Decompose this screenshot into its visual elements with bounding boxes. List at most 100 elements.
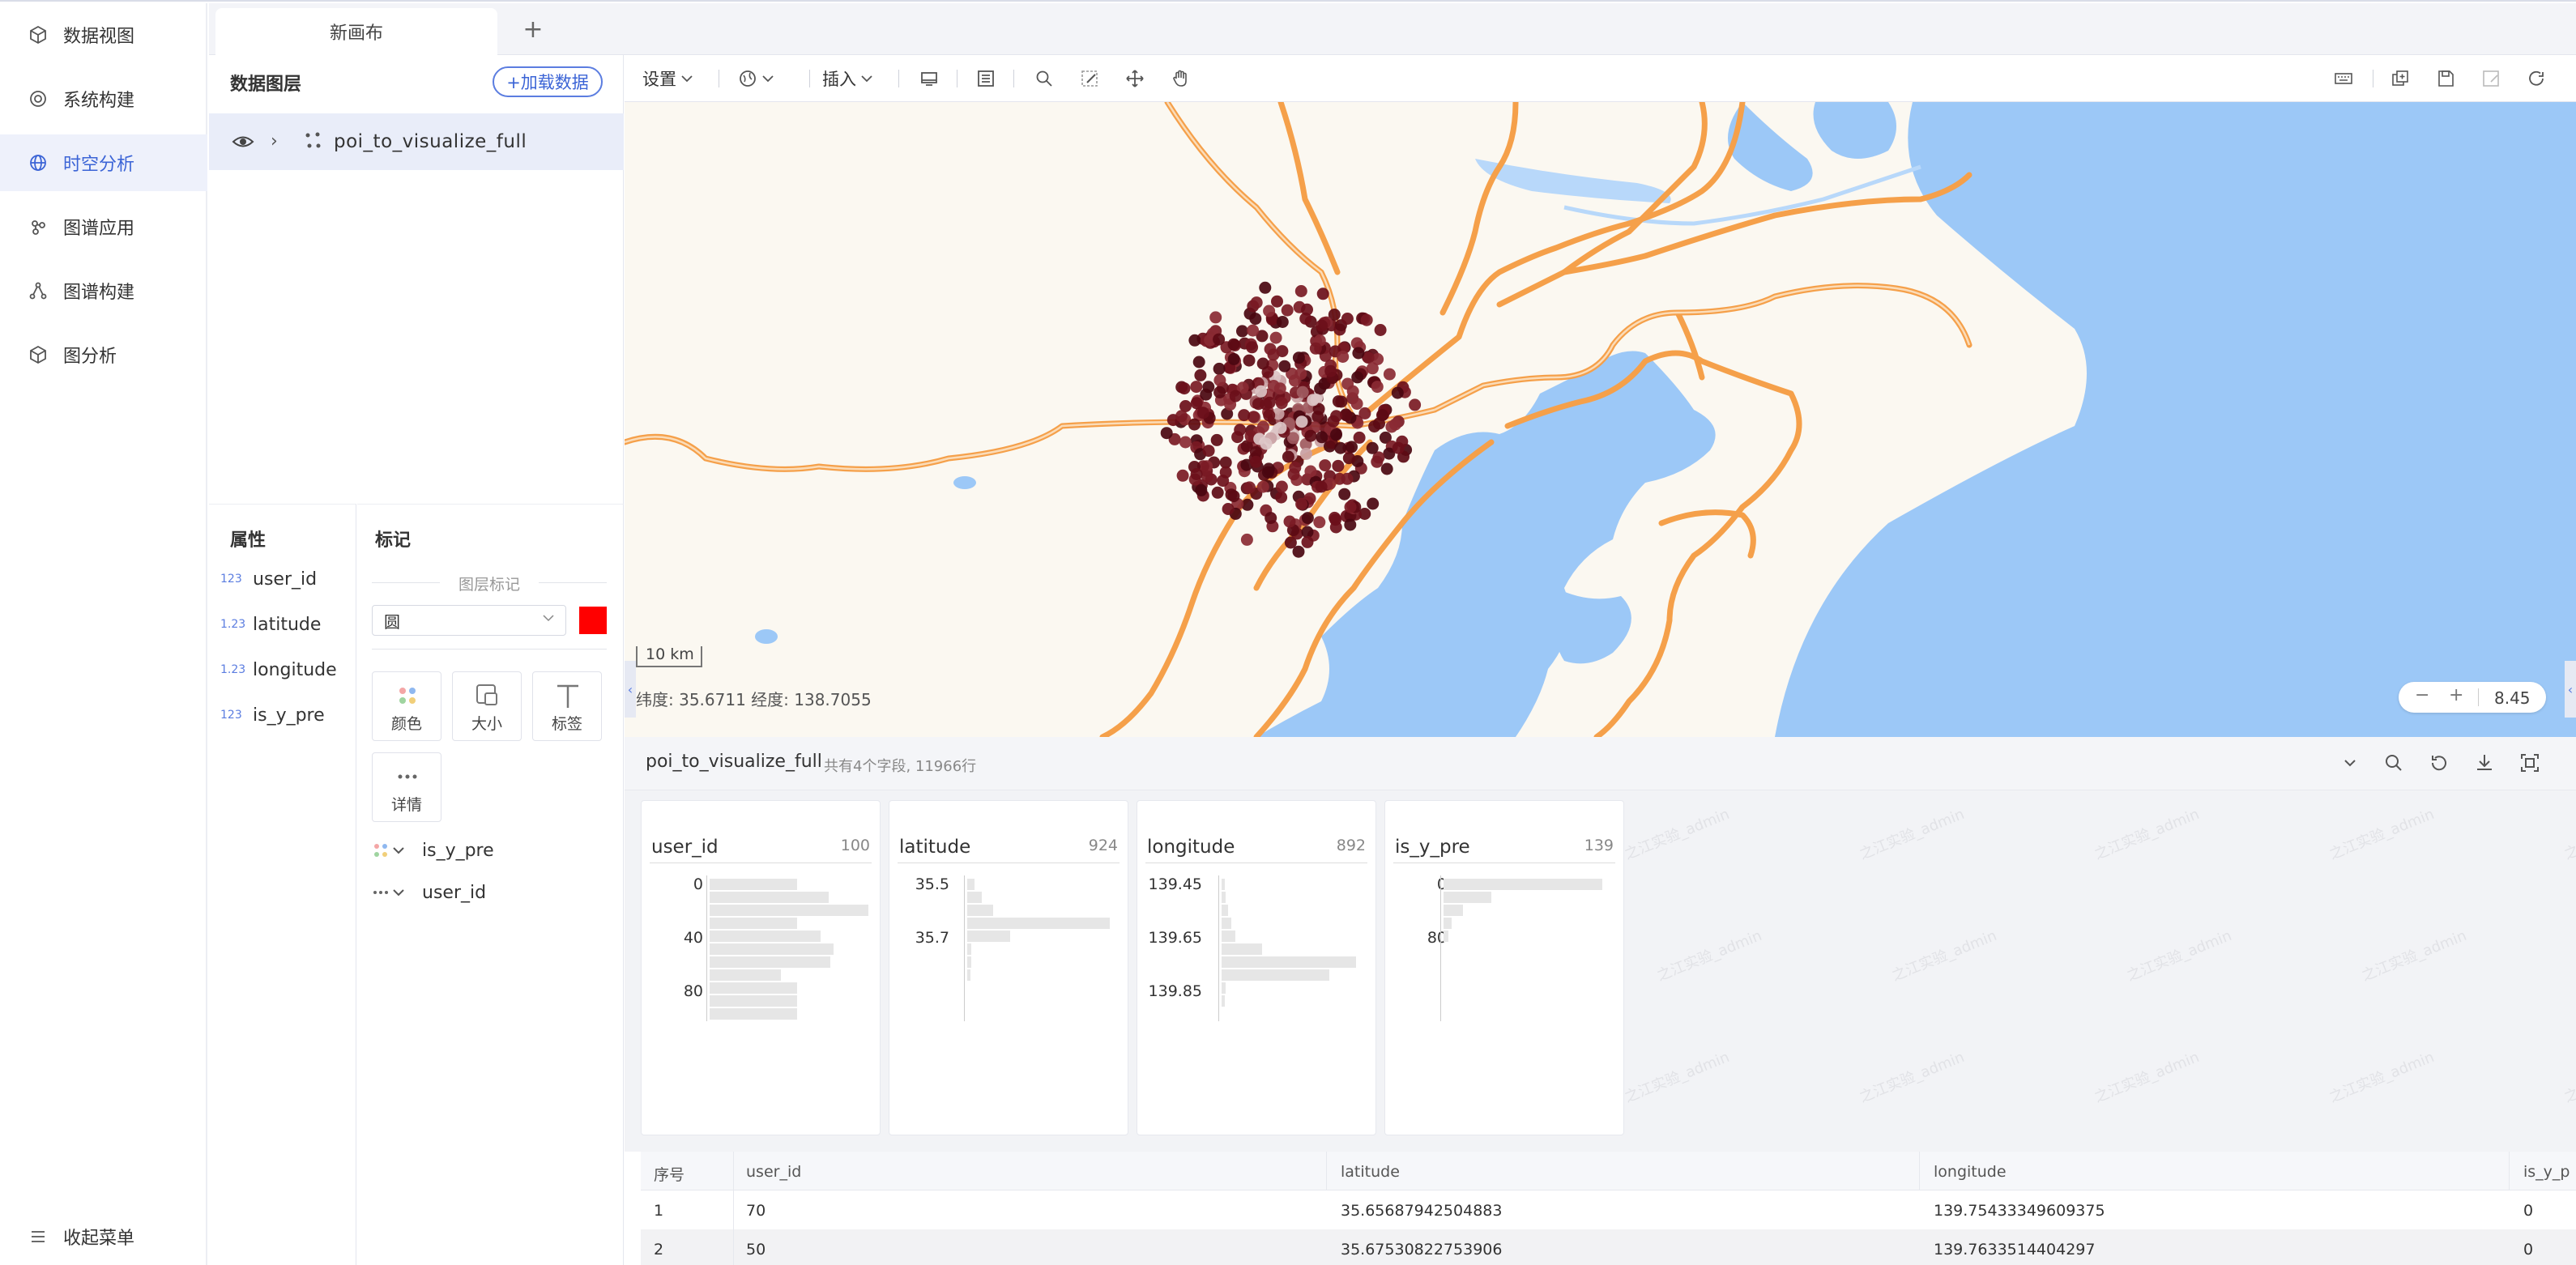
poi-point[interactable] [1267,380,1280,392]
chevron-down-icon[interactable] [2339,752,2361,774]
poi-point[interactable] [1255,385,1268,398]
chevron-right-icon[interactable]: › [271,131,278,151]
poi-point[interactable] [1178,382,1191,395]
poi-point[interactable] [1367,497,1380,510]
poi-point[interactable] [1274,421,1287,434]
screen-button[interactable] [919,66,939,91]
poi-point[interactable] [1309,342,1322,355]
poi-point[interactable] [1341,472,1354,485]
poi-point[interactable] [1346,385,1359,398]
fullscreen-icon[interactable] [2518,752,2541,774]
table-row[interactable]: 1 70 35.65687942504883 139.7543334960937… [641,1190,2576,1229]
poi-point[interactable] [1190,468,1203,480]
poi-point[interactable] [1281,304,1294,317]
size-mark-button[interactable]: 大小 [452,671,522,741]
poi-point[interactable] [1351,371,1364,384]
poi-point[interactable] [1196,407,1209,420]
poi-point[interactable] [1227,338,1240,351]
poi-point[interactable] [1319,459,1332,472]
poi-point[interactable] [1301,512,1314,525]
poi-point[interactable] [1243,354,1256,367]
poi-point[interactable] [1256,357,1269,370]
encoding-row-color[interactable]: is_y_pre [372,837,494,864]
poi-point[interactable] [1329,521,1342,534]
field-card-longitude[interactable]: longitude 892 139.45 139.65 139.85 [1137,800,1376,1135]
poi-point[interactable] [1222,503,1235,515]
poi-point[interactable] [1391,386,1404,399]
layer-row[interactable]: › poi_to_visualize_full [209,113,624,170]
poi-point[interactable] [1225,488,1238,501]
poi-point[interactable] [1192,356,1205,368]
poi-point[interactable] [1342,452,1355,465]
poi-point[interactable] [1352,347,1365,360]
nav-item-graph-analysis[interactable]: 图分析 [0,326,207,383]
poi-point[interactable] [1188,418,1201,431]
poi-point[interactable] [1292,351,1305,364]
poi-point[interactable] [1316,288,1329,300]
poi-point[interactable] [1265,512,1277,525]
poi-point[interactable] [1263,305,1276,317]
chevron-down-icon[interactable] [393,887,404,898]
poi-point[interactable] [1195,483,1208,496]
poi-point[interactable] [1371,381,1384,394]
poi-point[interactable] [1371,455,1384,468]
poi-point[interactable] [1341,313,1354,325]
poi-point[interactable] [1211,486,1224,499]
reset-icon[interactable] [2428,752,2450,774]
poi-point[interactable] [1275,397,1288,410]
eye-icon[interactable] [232,131,254,152]
poi-point[interactable] [1201,470,1213,483]
poi-point[interactable] [1209,311,1222,324]
poi-point[interactable] [1366,441,1379,454]
poi-point[interactable] [1392,441,1405,454]
poi-point[interactable] [1389,418,1401,431]
poi-point[interactable] [1267,348,1280,361]
basemap-menu[interactable] [738,66,774,91]
poi-point[interactable] [1275,480,1288,493]
poi-point[interactable] [1346,441,1358,454]
list-button[interactable] [976,66,996,91]
poi-point[interactable] [1300,447,1312,460]
attribute-field[interactable]: 123 user_id [220,563,317,595]
collapse-left-panel-button[interactable]: ‹ [625,661,636,718]
poi-point[interactable] [1213,385,1226,398]
poi-point[interactable] [1249,455,1262,468]
zoom-in-button[interactable]: + [2449,685,2463,705]
poi-point[interactable] [1287,468,1300,481]
encoding-row-detail[interactable]: user_id [372,879,486,906]
refresh-button[interactable] [2527,66,2546,91]
poi-point[interactable] [1253,432,1266,445]
poi-point[interactable] [1261,466,1274,479]
nav-item-system-build[interactable]: 系统构建 [0,70,207,127]
poi-point[interactable] [1307,394,1320,407]
poi-point[interactable] [1176,469,1189,482]
column-header[interactable]: 序号 [654,1163,685,1185]
poi-point[interactable] [1344,518,1357,531]
poi-point[interactable] [1175,410,1188,423]
load-data-button[interactable]: +加载数据 [493,66,603,97]
poi-point[interactable] [1282,450,1294,463]
poi-point[interactable] [1324,364,1337,377]
poi-point[interactable] [1213,362,1226,375]
mark-color-swatch[interactable] [579,607,607,634]
poi-point[interactable] [1301,535,1314,548]
column-header[interactable]: longitude [1934,1163,2007,1181]
poi-point[interactable] [1304,465,1317,478]
copy-button[interactable] [2390,66,2410,91]
shape-select[interactable]: 圆 [372,605,566,636]
poi-point[interactable] [1259,281,1272,294]
poi-point[interactable] [1247,324,1260,337]
poi-point[interactable] [1229,390,1242,402]
poi-point[interactable] [1295,497,1308,510]
poi-point[interactable] [1240,533,1253,546]
poi-point[interactable] [1202,445,1215,458]
nav-item-graph-app[interactable]: 图谱应用 [0,198,207,255]
poi-point[interactable] [1179,436,1192,449]
poi-point[interactable] [1294,368,1307,381]
nav-item-spatiotemporal[interactable]: 时空分析 [0,134,207,191]
poi-point[interactable] [1353,431,1366,444]
keyboard-button[interactable] [2334,66,2353,91]
pan-button[interactable] [1125,66,1145,91]
poi-point[interactable] [1337,351,1350,363]
attribute-field[interactable]: 1.23 latitude [220,608,321,641]
